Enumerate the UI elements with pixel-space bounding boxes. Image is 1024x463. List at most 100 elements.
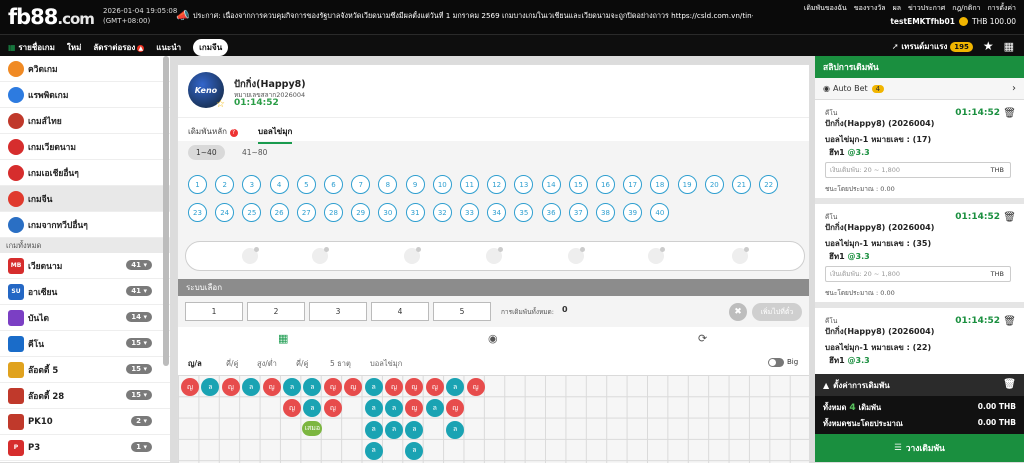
number-ball[interactable]: 14 xyxy=(541,175,561,194)
number-ball[interactable]: 20 xyxy=(704,175,724,194)
sidebar-item[interactable]: แรพพิดเกม xyxy=(0,82,170,108)
number-ball[interactable]: 38 xyxy=(596,203,615,222)
tab-main-bet[interactable]: เดิมพันหลัก ? xyxy=(188,125,238,138)
count-badge[interactable]: 1 ▾ xyxy=(131,442,152,452)
grid-icon[interactable]: ▦ xyxy=(278,332,288,345)
number-ball[interactable]: 11 xyxy=(460,175,479,194)
count-badge[interactable]: 15 ▾ xyxy=(126,364,152,374)
sidebar-item[interactable]: เกมเวียดนาม xyxy=(0,134,170,160)
number-ball[interactable]: 30 xyxy=(378,203,398,222)
trash-icon[interactable]: 🗑 xyxy=(1003,212,1016,223)
number-ball[interactable]: 10 xyxy=(432,175,452,194)
system-pick-button[interactable]: 4 xyxy=(371,302,429,321)
number-ball[interactable]: 12 xyxy=(487,175,507,194)
trending[interactable]: ➚ เทรนด์มาแรง 195 xyxy=(892,40,973,53)
number-ball[interactable]: 9 xyxy=(405,175,425,194)
sidebar-game-item[interactable]: SU อาเซียน 41 ▾ xyxy=(0,279,170,305)
refresh-icon[interactable]: ⟳ xyxy=(698,332,707,345)
count-badge[interactable]: 14 ▾ xyxy=(126,312,152,322)
tab-pearl-ball[interactable]: บอลไข่มุก xyxy=(258,125,293,144)
sidebar-game-item[interactable]: ล๊อตตี้ 5 15 ▾ xyxy=(0,357,170,383)
big-toggle[interactable] xyxy=(768,358,784,367)
number-ball[interactable]: 17 xyxy=(623,175,643,194)
number-ball[interactable]: 1 xyxy=(188,175,207,194)
number-ball[interactable]: 8 xyxy=(378,175,398,194)
sidebar-game-item[interactable]: PK10 2 ▾ xyxy=(0,409,170,435)
sidebar-item[interactable]: เกมจากทวีปอื่นๆ xyxy=(0,212,170,238)
number-ball[interactable]: 13 xyxy=(514,175,534,194)
place-bet-button[interactable]: ☰ วางเดิมพัน xyxy=(815,434,1024,462)
number-ball[interactable]: 6 xyxy=(324,175,343,194)
favorites-star-icon[interactable]: ★ xyxy=(983,39,994,53)
number-ball[interactable]: 28 xyxy=(324,203,343,222)
nav-settings[interactable]: การตั้งค่า xyxy=(987,3,1016,14)
add-to-ticket-button[interactable]: เพิ่มไปที่ตั๋ว xyxy=(752,303,802,321)
result-tab[interactable]: 5 ธาตุ xyxy=(330,358,351,370)
number-ball[interactable]: 7 xyxy=(351,175,371,194)
sidebar-scrollbar[interactable] xyxy=(163,56,169,366)
sidebar-game-item[interactable]: บันได 14 ▾ xyxy=(0,305,170,331)
result-tab[interactable]: คี่/คู่ xyxy=(226,358,239,370)
number-ball[interactable]: 40 xyxy=(650,203,670,222)
number-ball[interactable]: 18 xyxy=(650,175,670,194)
stake-input[interactable]: เงินเดิมพัน: 20 ~ 1,800 THB xyxy=(825,266,1011,282)
nav-news[interactable]: ข่าวประกาศ xyxy=(908,3,945,14)
number-ball[interactable]: 31 xyxy=(405,203,425,222)
result-tab[interactable]: บอลไข่มุก xyxy=(370,358,402,370)
bet-settings-bar[interactable]: ▲ ตั้งค่าการเดิมพัน 🗑 xyxy=(815,374,1024,396)
sidebar-game-item[interactable]: MB เวียดนาม 41 ▾ xyxy=(0,253,170,279)
count-badge[interactable]: 15 ▾ xyxy=(126,390,152,400)
sidebar-item[interactable]: เกมเอเชียอื่นๆ xyxy=(0,160,170,186)
system-pick-button[interactable]: 2 xyxy=(247,302,305,321)
number-ball[interactable]: 19 xyxy=(677,175,697,194)
nav-new[interactable]: ใหม่ xyxy=(67,41,81,54)
system-pick-button[interactable]: 3 xyxy=(309,302,367,321)
system-pick-button[interactable]: 1 xyxy=(185,302,243,321)
trash-icon[interactable]: 🗑 xyxy=(1003,379,1016,390)
nav-rewards[interactable]: ของรางวัล xyxy=(854,3,886,14)
number-ball[interactable]: 15 xyxy=(568,175,588,194)
number-ball[interactable]: 37 xyxy=(568,203,588,222)
announcement-marquee[interactable]: ประกาศ: เนื่องจากการควบคุมกิจการของรัฐบา… xyxy=(193,11,753,22)
trash-icon[interactable]: ✖ xyxy=(729,303,747,321)
ball-icon[interactable]: ◉ xyxy=(488,332,498,345)
number-ball[interactable]: 23 xyxy=(188,203,207,222)
number-ball[interactable]: 4 xyxy=(269,175,289,194)
number-ball[interactable]: 39 xyxy=(623,203,643,222)
number-ball[interactable]: 3 xyxy=(242,175,262,194)
sidebar-game-item[interactable]: P P3 1 ▾ xyxy=(0,435,170,461)
number-ball[interactable]: 29 xyxy=(351,203,371,222)
help-icon[interactable]: ? xyxy=(229,129,238,137)
trash-icon[interactable]: 🗑 xyxy=(1003,108,1016,119)
number-ball[interactable]: 27 xyxy=(296,203,316,222)
sidebar-item[interactable]: เกมส์ไทย xyxy=(0,108,170,134)
nav-my-bets[interactable]: เดิมพันของฉัน xyxy=(804,3,847,14)
range-41-80[interactable]: 41~80 xyxy=(234,145,275,160)
count-badge[interactable]: 2 ▾ xyxy=(131,416,152,426)
number-ball[interactable]: 21 xyxy=(732,175,751,194)
nav-rules[interactable]: กฎ/กติกา xyxy=(952,3,980,14)
number-ball[interactable]: 5 xyxy=(296,175,316,194)
favorite-star-icon[interactable]: ☆ xyxy=(216,99,225,110)
nav-odds[interactable]: ลัดราต่อรอง ▲ xyxy=(93,41,145,54)
logo[interactable]: fb88.com xyxy=(8,5,95,29)
stake-input[interactable]: เงินเดิมพัน: 20 ~ 1,800 THB xyxy=(825,162,1011,178)
number-ball[interactable]: 16 xyxy=(596,175,615,194)
number-ball[interactable]: 34 xyxy=(487,203,507,222)
number-ball[interactable]: 36 xyxy=(541,203,561,222)
result-tab[interactable]: คี่/คู่ xyxy=(296,358,309,370)
gift-icon[interactable]: ▦ xyxy=(1004,40,1014,53)
number-ball[interactable]: 22 xyxy=(759,175,779,194)
auto-bet-row[interactable]: ◉ Auto Bet 4 › xyxy=(815,78,1024,100)
nav-results[interactable]: ผล xyxy=(893,3,901,14)
username[interactable]: testEMKTfhb01 xyxy=(890,17,955,26)
nav-chinese-games[interactable]: เกมจีน xyxy=(193,39,229,56)
range-1-40[interactable]: 1~40 xyxy=(188,145,225,160)
count-badge[interactable]: 41 ▾ xyxy=(126,260,152,270)
number-ball[interactable]: 25 xyxy=(242,203,262,222)
result-tab[interactable]: ญ/ล xyxy=(188,358,202,370)
number-ball[interactable]: 26 xyxy=(269,203,289,222)
number-ball[interactable]: 35 xyxy=(514,203,534,222)
count-badge[interactable]: 15 ▾ xyxy=(126,338,152,348)
count-badge[interactable]: 41 ▾ xyxy=(126,286,152,296)
